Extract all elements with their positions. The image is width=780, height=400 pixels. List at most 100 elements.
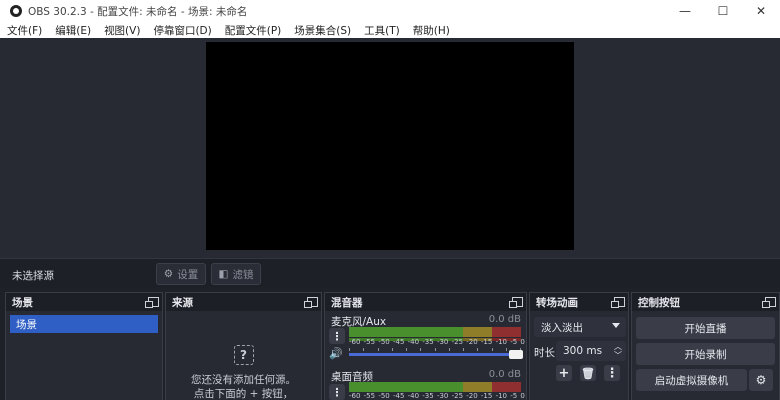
trash-icon[interactable]: 🗑 <box>580 365 596 381</box>
volume-slider[interactable] <box>349 350 523 359</box>
tick-label: -50 <box>378 392 390 400</box>
tick-label: -55 <box>363 392 376 400</box>
menu-view[interactable]: 视图(V) <box>104 23 140 38</box>
meter-tick-labels: -60 -55 -50 -45 -40 -35 -30 -25 -20 -15 … <box>349 392 525 400</box>
start-recording-label: 开始录制 <box>684 348 727 361</box>
transitions-dock: 转场动画 淡入淡出 时长 300 ms ︿ ﹀ + 🗑 ⋮ <box>529 292 629 400</box>
tick-label: -35 <box>422 338 434 346</box>
transition-select-value: 淡入淡出 <box>541 321 583 334</box>
tick-label: -20 <box>466 338 478 346</box>
duration-value: 300 ms <box>563 345 603 357</box>
undock-icon[interactable] <box>145 297 159 308</box>
meter-tick-labels: -60 -55 -50 -45 -40 -35 -30 -25 -20 -15 … <box>349 338 525 346</box>
gear-icon: ⚙ <box>163 268 174 280</box>
maximize-button[interactable]: ☐ <box>704 0 742 22</box>
tick-label: -60 <box>349 392 361 400</box>
window-controls: — ☐ ✕ <box>666 0 780 22</box>
mixer-channel-mic: 麦克风/Aux 0.0 dB ⋮ -60 -55 -50 -45 -40 -35… <box>325 311 525 367</box>
obs-logo-icon <box>10 5 22 17</box>
mixer-channel-desktop: 桌面音频 0.0 dB ⋮ -60 -55 -50 -45 -40 -35 -3… <box>325 367 525 400</box>
start-virtual-camera-button[interactable]: 启动虚拟摄像机 <box>636 369 747 391</box>
controls-header: 控制按钮 <box>632 293 779 311</box>
audio-mixer-title: 混音器 <box>331 296 363 309</box>
scenes-dock-title: 场景 <box>12 296 33 309</box>
sources-dock: 来源 ? 您还没有添加任何源。 点击下面的 + 按钮， <box>165 292 322 400</box>
start-recording-button[interactable]: 开始录制 <box>636 343 775 365</box>
duration-label: 时长 <box>534 347 555 359</box>
tick-label: -45 <box>392 392 405 400</box>
sources-dock-title: 来源 <box>172 296 193 309</box>
scene-list-item[interactable]: 场景 <box>10 315 158 333</box>
source-toolbar: 未选择源 ⚙ 设置 ◧ 滤镜 <box>0 258 780 288</box>
scenes-dock: 场景 场景 <box>5 292 163 400</box>
source-settings-label: 设置 <box>177 268 199 281</box>
source-filters-label: 滤镜 <box>232 268 254 281</box>
menu-tools[interactable]: 工具(T) <box>364 23 400 38</box>
tick-label: -30 <box>436 392 449 400</box>
transition-select[interactable]: 淡入淡出 <box>534 317 626 337</box>
duration-spinbox[interactable]: 300 ms ︿ ﹀ <box>556 341 626 361</box>
tick-label: -50 <box>378 338 390 346</box>
tick-label: -40 <box>407 392 420 400</box>
chevron-down-icon <box>612 323 620 328</box>
start-streaming-label: 开始直播 <box>684 322 727 335</box>
speaker-icon[interactable]: 🔊 <box>329 347 343 360</box>
sources-empty-line-2: 点击下面的 + 按钮， <box>193 388 294 400</box>
menu-scene-collection[interactable]: 场景集合(S) <box>294 23 351 38</box>
plus-icon[interactable]: + <box>556 365 572 381</box>
gear-icon[interactable]: ⚙ <box>749 369 773 391</box>
tick-label: -5 <box>510 338 518 346</box>
filter-icon: ◧ <box>218 268 229 280</box>
menu-profile[interactable]: 配置文件(P) <box>225 23 282 38</box>
question-icon: ? <box>233 345 254 365</box>
tick-label: -5 <box>510 392 518 400</box>
undock-icon[interactable] <box>611 297 625 308</box>
transitions-title: 转场动画 <box>536 296 578 309</box>
tick-label: -25 <box>451 392 464 400</box>
source-settings-button[interactable]: ⚙ 设置 <box>156 263 206 285</box>
preview-canvas[interactable] <box>206 42 574 250</box>
controls-dock: 控制按钮 开始直播 开始录制 启动虚拟摄像机 ⚙ <box>631 292 780 400</box>
audio-mixer-dock: 混音器 麦克风/Aux 0.0 dB ⋮ -60 -55 -50 -45 -40… <box>324 292 527 400</box>
spinner-arrows-icon[interactable]: ︿ ﹀ <box>614 342 622 360</box>
tick-label: -60 <box>349 338 361 346</box>
start-virtual-camera-label: 启动虚拟摄像机 <box>654 374 729 387</box>
menu-file[interactable]: 文件(F) <box>7 23 42 38</box>
controls-title: 控制按钮 <box>638 296 680 309</box>
channel-menu-button[interactable]: ⋮ <box>329 384 345 400</box>
menu-edit[interactable]: 编辑(E) <box>55 23 91 38</box>
tick-label: -30 <box>436 338 449 346</box>
close-button[interactable]: ✕ <box>742 0 780 22</box>
minimize-button[interactable]: — <box>666 0 704 22</box>
tick-label: -15 <box>480 338 493 346</box>
channel-db: 0.0 dB <box>488 314 521 325</box>
undock-icon[interactable] <box>509 297 523 308</box>
slider-tick-marks <box>349 348 521 351</box>
sources-empty-state: ? 您还没有添加任何源。 点击下面的 + 按钮， <box>166 345 321 400</box>
title-bar: OBS 30.2.3 - 配置文件: 未命名 - 场景: 未命名 — ☐ ✕ <box>0 0 780 22</box>
tick-label: -25 <box>451 338 464 346</box>
volume-slider-handle[interactable] <box>509 350 523 359</box>
tick-label: -10 <box>495 338 507 346</box>
tick-label: -20 <box>466 392 478 400</box>
scene-item-label: 场景 <box>16 318 37 331</box>
channel-menu-button[interactable]: ⋮ <box>329 328 345 344</box>
menu-help[interactable]: 帮助(H) <box>413 23 450 38</box>
source-filters-button[interactable]: ◧ 滤镜 <box>211 263 261 285</box>
sources-empty-line-1: 您还没有添加任何源。 <box>191 374 296 386</box>
no-source-label: 未选择源 <box>12 270 54 282</box>
undock-icon[interactable] <box>304 297 318 308</box>
transitions-header: 转场动画 <box>530 293 628 311</box>
audio-mixer-header: 混音器 <box>325 293 526 311</box>
kebab-icon[interactable]: ⋮ <box>604 365 620 381</box>
start-streaming-button[interactable]: 开始直播 <box>636 317 775 339</box>
tick-label: -40 <box>407 338 420 346</box>
tick-label: -45 <box>392 338 405 346</box>
scenes-dock-header: 场景 <box>6 293 162 311</box>
menu-docks[interactable]: 停靠窗口(D) <box>153 23 211 38</box>
tick-label: -55 <box>363 338 376 346</box>
tick-label: -35 <box>422 392 434 400</box>
undock-icon[interactable] <box>762 297 776 308</box>
level-meter <box>349 327 521 337</box>
tick-label: 0 <box>520 338 525 346</box>
